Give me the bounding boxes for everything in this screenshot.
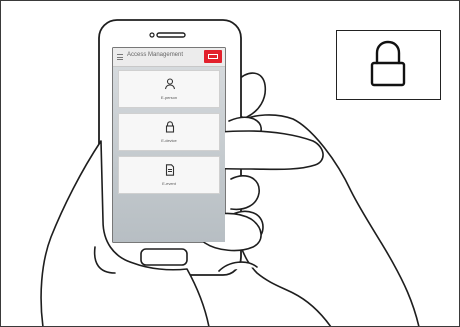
card-e-event[interactable]: E-event	[118, 156, 220, 194]
lock-icon	[370, 40, 406, 87]
document-icon	[165, 164, 175, 176]
app-title: Access Management	[127, 52, 184, 58]
app-bar: Access Management	[113, 48, 225, 67]
card-label: E-device	[161, 138, 177, 143]
lock-icon	[165, 121, 175, 133]
phone-screen: Access Management E-person E-device E-ev…	[113, 48, 225, 242]
illustration-frame: Access Management E-person E-device E-ev…	[0, 0, 460, 327]
card-label: E-person	[160, 95, 178, 100]
menu-icon[interactable]	[117, 54, 123, 60]
card-e-person[interactable]: E-person	[118, 70, 220, 108]
card-e-device[interactable]: E-device	[118, 113, 220, 151]
lock-callout-box	[336, 30, 441, 100]
card-label: E-event	[162, 181, 176, 186]
person-icon	[164, 78, 176, 90]
brand-logo	[204, 50, 222, 63]
